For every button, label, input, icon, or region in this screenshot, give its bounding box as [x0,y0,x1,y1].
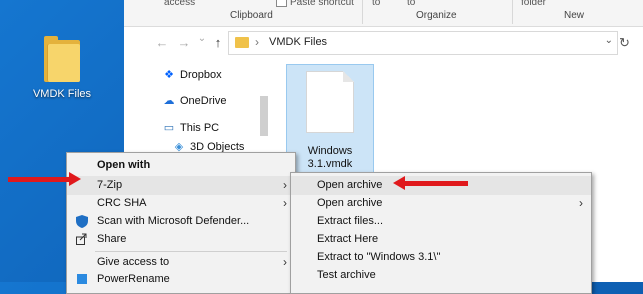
menu-item-crc-sha[interactable]: CRC SHA › [67,194,295,213]
share-icon [75,233,89,246]
ribbon-access-fragment[interactable]: access [164,0,195,8]
dropbox-icon: ❖ [164,69,174,81]
forward-icon[interactable]: → [176,35,192,50]
7zip-submenu: Open archive Open archive › Extract file… [290,172,592,294]
nav-item-this-pc[interactable]: ▭ This PC [162,121,219,139]
defender-shield-icon [75,215,89,228]
address-dropdown-icon[interactable]: ⌄ [605,35,613,46]
annotation-arrow-left [393,176,468,190]
breadcrumb-chevron-icon: › [255,35,259,49]
chevron-right-icon: › [283,196,287,210]
ribbon-new-folder-fragment[interactable]: folder [521,0,546,8]
ribbon-move-to-fragment[interactable]: to [372,0,380,8]
ribbon-copy-to-fragment[interactable]: to [407,0,415,8]
file-name: Windows 3.1.vmdk [307,145,353,170]
menu-item-scan-defender[interactable]: Scan with Microsoft Defender... [67,212,295,231]
submenu-item-extract-to[interactable]: Extract to "Windows 3.1\" [291,248,591,267]
desktop-folder-label: VMDK Files [32,88,92,100]
chevron-right-icon: › [579,196,583,210]
submenu-item-test-archive[interactable]: Test archive [291,266,591,285]
context-menu: Open with 7-Zip › CRC SHA › Scan with Mi… [66,152,296,294]
address-input[interactable]: › VMDK Files ⌄ [228,31,618,55]
menu-item-7zip[interactable]: 7-Zip › [67,176,295,195]
refresh-icon[interactable]: ↻ [619,35,630,51]
address-path: VMDK Files [269,36,328,48]
file-item-windows-vmdk[interactable]: Windows 3.1.vmdk [286,64,374,176]
submenu-item-open-archive-more[interactable]: Open archive › [291,194,591,213]
chevron-right-icon: › [283,178,287,192]
cloud-icon: ☁ [163,95,175,107]
folder-icon [42,36,82,82]
computer-icon: ▭ [163,122,175,134]
ribbon-group-new: New [564,10,585,21]
folder-icon [235,37,249,48]
document-icon [306,71,354,133]
ribbon-group-organize: Organize [416,10,457,21]
menu-item-share[interactable]: Share [67,230,295,249]
address-bar-row: ← → ⌄ ↑ › VMDK Files ⌄ ↻ [124,27,643,59]
annotation-arrow-right [8,172,81,186]
back-icon[interactable]: ← [154,35,170,50]
desktop-folder-vmdk-files[interactable]: VMDK Files [28,36,96,100]
nav-item-dropbox[interactable]: ❖ Dropbox [162,68,222,86]
submenu-item-extract-here[interactable]: Extract Here [291,230,591,249]
powerrename-icon [75,273,89,286]
ribbon-group-clipboard: Clipboard [230,10,273,21]
menu-item-open-with[interactable]: Open with [67,156,295,175]
submenu-item-extract-files[interactable]: Extract files... [291,212,591,231]
ribbon: access Paste shortcut to to folder Clipb… [124,0,643,27]
paste-shortcut-icon [276,0,287,7]
recent-locations-chevron-icon[interactable]: ⌄ [194,33,210,44]
menu-item-powerrename[interactable]: PowerRename [67,270,295,289]
ribbon-paste-shortcut-fragment[interactable]: Paste shortcut [290,0,354,8]
nav-item-onedrive[interactable]: ☁ OneDrive [162,94,227,112]
nav-scrollbar[interactable] [260,96,268,136]
up-icon[interactable]: ↑ [210,35,226,50]
